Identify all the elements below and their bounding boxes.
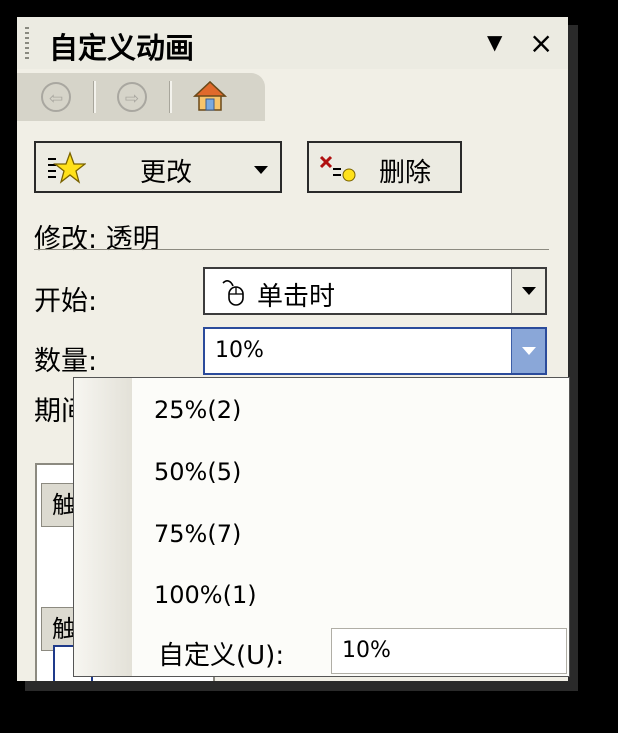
quantity-dropdown-menu: 25%(2) 50%(5) 75%(7) 100%(1) 自定义(U): 10% — [73, 377, 570, 677]
quantity-option-50[interactable]: 50%(5) — [154, 458, 241, 486]
custom-quantity-label: 自定义(U): — [158, 641, 285, 671]
chevron-down-icon — [522, 287, 536, 295]
pane-nav-bar: ⇦ ⇨ — [17, 73, 265, 121]
chevron-down-icon — [254, 166, 268, 174]
pane-title: 自定义动画 — [49, 31, 195, 65]
period-label: 期间: — [34, 396, 74, 427]
menu-icon-strip — [74, 378, 132, 676]
start-select[interactable]: 单击时 — [203, 267, 547, 315]
pane-menu-button[interactable]: ▼ — [487, 30, 502, 54]
quantity-label: 数量: — [34, 346, 98, 377]
change-effect-button[interactable]: 更改 — [34, 141, 282, 193]
nav-separator — [169, 81, 172, 113]
custom-quantity-input[interactable]: 10% — [331, 628, 567, 674]
quantity-option-25[interactable]: 25%(2) — [154, 396, 241, 424]
delete-effect-label: 删除 — [379, 158, 432, 188]
modify-effect-heading: 修改: 透明 — [34, 224, 160, 255]
chevron-down-icon — [522, 347, 536, 355]
panel-shadow-bottom — [25, 681, 578, 691]
quantity-option-100[interactable]: 100%(1) — [154, 581, 257, 609]
heading-divider — [34, 249, 549, 250]
quantity-dropdown-button[interactable] — [511, 329, 545, 373]
start-dropdown-button[interactable] — [511, 269, 545, 313]
delete-effect-button[interactable]: 删除 — [307, 141, 462, 193]
pane-title-bar: 自定义动画 ▼ × — [17, 17, 568, 69]
forward-button[interactable]: ⇨ — [117, 82, 147, 112]
back-button[interactable]: ⇦ — [41, 82, 71, 112]
remove-effect-icon — [319, 155, 356, 182]
change-effect-label: 更改 — [140, 158, 193, 188]
add-effect-star-icon — [48, 151, 86, 184]
quantity-value: 10% — [215, 338, 264, 363]
quantity-select[interactable]: 10% — [203, 327, 547, 375]
start-value: 单击时 — [257, 282, 336, 312]
quantity-option-75[interactable]: 75%(7) — [154, 520, 241, 548]
drag-grip-icon[interactable] — [25, 27, 29, 61]
home-icon[interactable] — [193, 79, 227, 113]
nav-separator — [93, 81, 96, 113]
mouse-click-icon — [222, 280, 244, 306]
start-label: 开始: — [34, 286, 98, 317]
pane-close-button[interactable]: × — [529, 26, 553, 60]
